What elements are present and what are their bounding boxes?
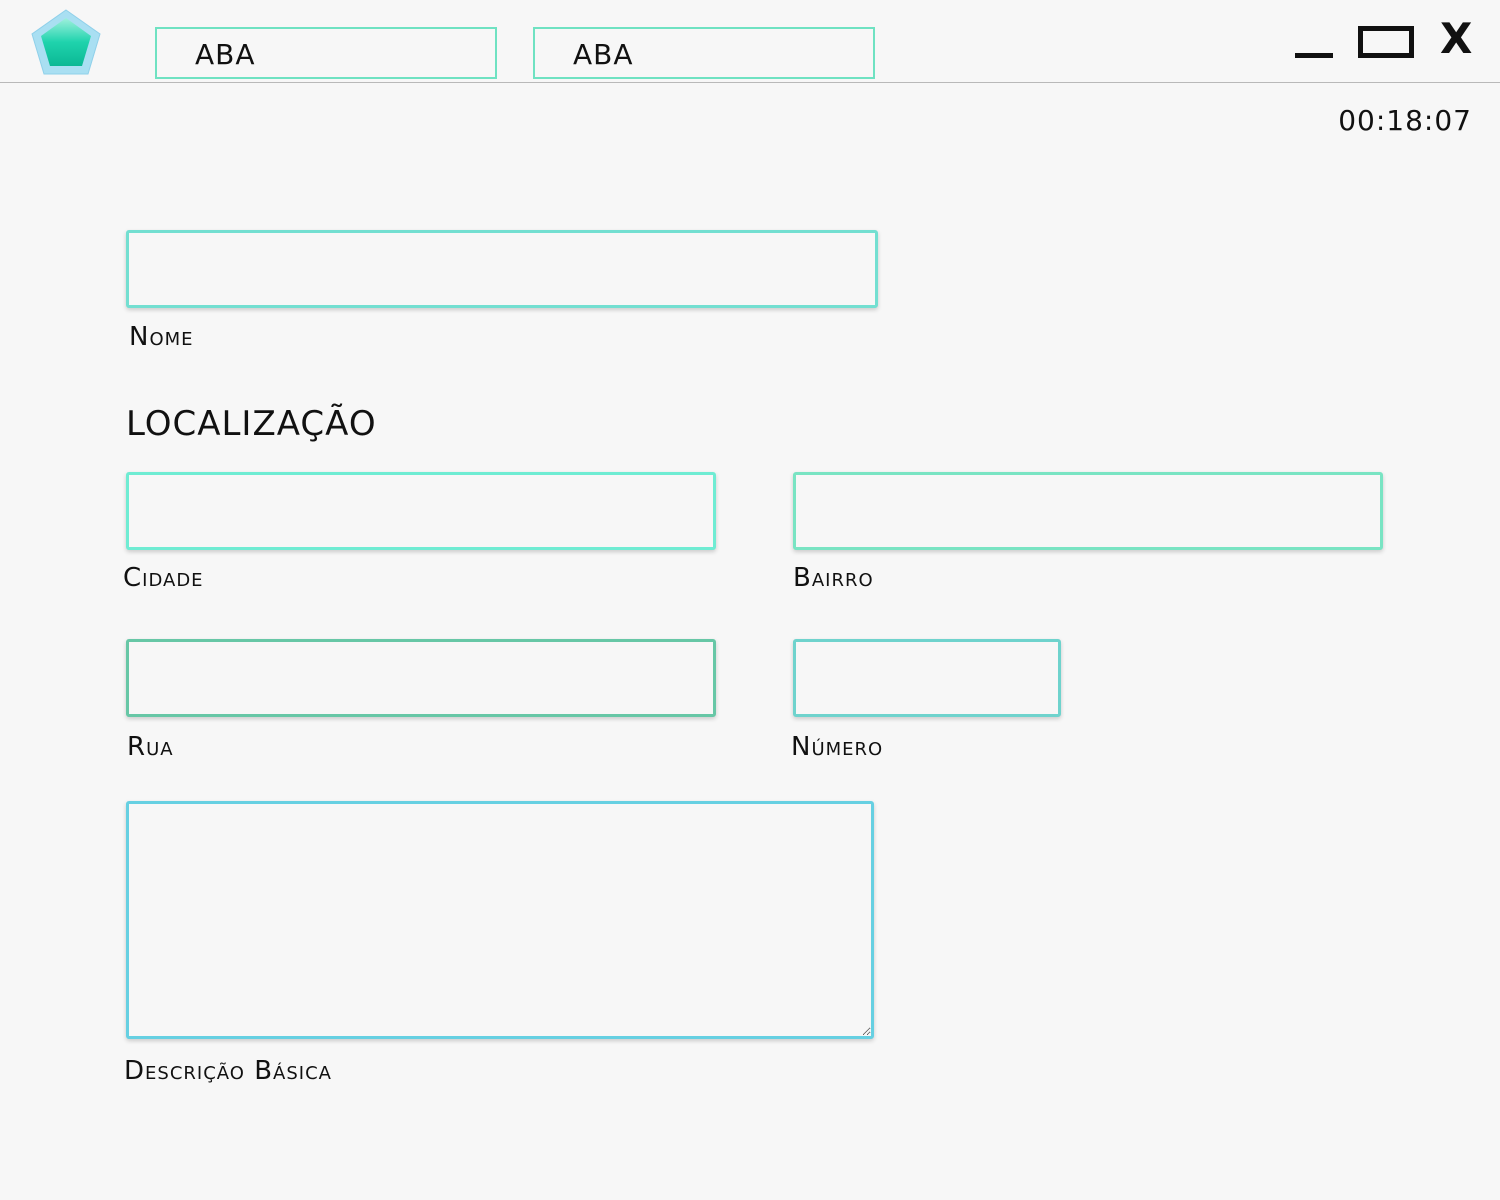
descricao-textarea[interactable] (126, 801, 874, 1039)
cidade-label: Cidade (123, 563, 204, 593)
tab-label: ABA (195, 38, 256, 71)
bairro-label: Bairro (793, 563, 874, 593)
rua-label: Rua (127, 732, 174, 762)
descricao-label: Descrição Básica (124, 1056, 332, 1086)
numero-label: Número (791, 732, 884, 762)
tab-aba-2[interactable]: ABA (533, 27, 875, 79)
numero-input[interactable] (793, 639, 1061, 717)
title-bar: ABA ABA X (0, 0, 1500, 83)
tab-aba-1[interactable]: ABA (155, 27, 497, 79)
maximize-icon (1358, 26, 1414, 58)
tab-label: ABA (573, 38, 634, 71)
pentagon-gem-icon (31, 9, 101, 75)
session-timer: 00:18:07 (1338, 104, 1472, 137)
maximize-button[interactable] (1358, 26, 1414, 58)
minimize-icon (1295, 53, 1333, 58)
localizacao-heading: LOCALIZAÇÃO (126, 404, 377, 444)
close-button[interactable]: X (1436, 16, 1476, 62)
nome-input[interactable] (126, 230, 878, 308)
nome-label: Nome (129, 322, 194, 352)
close-icon: X (1440, 14, 1473, 63)
cidade-input[interactable] (126, 472, 716, 550)
rua-input[interactable] (126, 639, 716, 717)
bairro-input[interactable] (793, 472, 1383, 550)
minimize-button[interactable] (1292, 30, 1336, 62)
